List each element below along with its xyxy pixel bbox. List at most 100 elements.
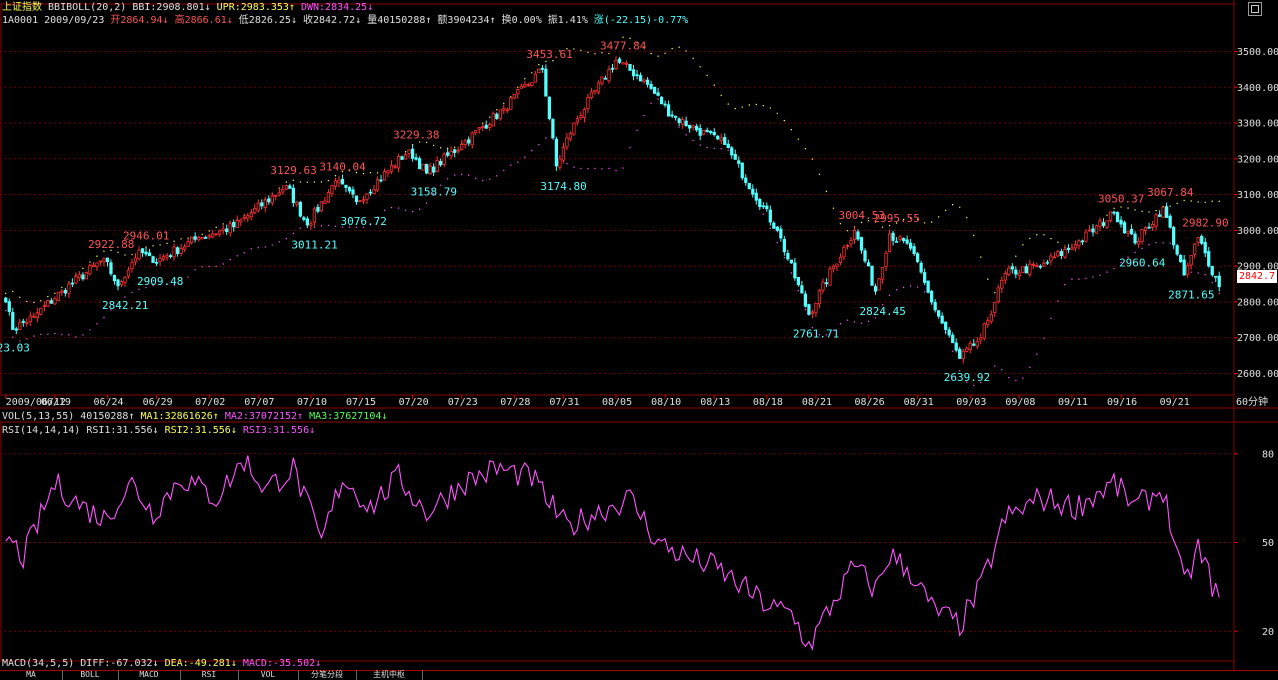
upper-band-dot — [818, 173, 821, 176]
lower-band-dot — [643, 114, 645, 117]
candle — [1168, 213, 1172, 229]
candle-body — [751, 188, 755, 195]
candle — [1147, 222, 1151, 229]
candle-body — [197, 237, 201, 241]
lower-band-dot — [1148, 244, 1150, 246]
candle-body — [7, 301, 11, 312]
candle-body — [996, 287, 1000, 303]
upper-band-dot — [61, 286, 63, 289]
candle-body — [190, 236, 194, 244]
candle — [786, 249, 790, 261]
candle-body — [211, 233, 215, 238]
candle-body — [782, 239, 786, 253]
lower-band-dot — [1078, 278, 1080, 280]
candle — [175, 246, 180, 257]
candle-body — [263, 199, 267, 208]
candle-body — [1147, 226, 1151, 229]
rsi-header[interactable]: RSI(14,14,14) RSI1:31.556↓ RSI2:31.556↓ … — [2, 424, 315, 437]
candle — [968, 341, 972, 354]
candle-body — [716, 135, 720, 140]
candle — [242, 213, 246, 222]
candle — [456, 146, 460, 154]
candle — [130, 258, 134, 273]
candle — [526, 82, 530, 87]
period-label[interactable]: 60分钟 — [1236, 396, 1268, 409]
candle-body — [204, 237, 208, 239]
lower-band-dot — [468, 174, 470, 176]
candle-body — [358, 200, 362, 202]
candle — [993, 302, 997, 317]
candle-body — [551, 118, 555, 139]
candle — [1056, 249, 1060, 257]
indicator-code[interactable]: BBIBOLL(20,2) — [48, 2, 126, 13]
candle-body — [649, 83, 653, 89]
candle-body — [670, 114, 674, 117]
x-tick-label: 07/10 — [297, 397, 327, 408]
candle — [25, 318, 29, 327]
lower-band-dot — [390, 206, 393, 209]
upper-band-dot — [503, 102, 505, 105]
upr-value: UPR:2983.353↑ — [216, 2, 295, 13]
candle-body — [544, 68, 548, 97]
candle-body — [302, 217, 306, 220]
candle-body — [102, 258, 106, 262]
dwn-value: DWN:2834.25↓ — [300, 2, 374, 13]
candle-body — [158, 257, 162, 263]
candle — [933, 298, 937, 313]
candle-body — [740, 162, 744, 179]
candle — [484, 120, 488, 129]
x-tick-label: 07/31 — [549, 397, 579, 408]
candle — [523, 81, 527, 88]
upper-band-dot — [783, 119, 786, 122]
candle-body — [140, 248, 145, 254]
upper-band-dot — [930, 221, 933, 223]
candle-body — [474, 130, 478, 134]
upper-band-dot — [951, 204, 954, 206]
candle-body — [986, 320, 990, 326]
lower-band-dot — [594, 167, 596, 170]
price-annotations: 23.032922.882842.212946.012909.483129.63… — [0, 39, 1229, 384]
candle-body — [424, 163, 429, 174]
candle-body — [944, 321, 948, 330]
high-point-label: 3477.84 — [600, 39, 647, 52]
candle — [894, 237, 899, 243]
upper-band-dot — [1211, 200, 1213, 202]
candle-body — [972, 343, 976, 346]
upper-band-dot — [524, 78, 526, 80]
candle-body — [709, 131, 713, 134]
candle — [1143, 226, 1148, 236]
candle-body — [1056, 251, 1060, 257]
candle-body — [67, 283, 71, 294]
candle-body — [470, 132, 474, 146]
candle — [140, 247, 145, 257]
candle — [568, 131, 573, 142]
candle-body — [1007, 267, 1011, 275]
candle — [260, 199, 264, 210]
candle — [488, 122, 492, 131]
candle — [681, 116, 685, 129]
candle-body — [1179, 254, 1183, 263]
upper-band-dot — [40, 300, 42, 302]
index-name[interactable]: 上证指数 — [2, 2, 42, 13]
change-value: 涨(-22.15)-0.77% — [593, 15, 689, 26]
candle — [1028, 259, 1032, 277]
x-tick-label: 09/21 — [1160, 397, 1190, 408]
candle — [161, 253, 166, 262]
macd-header[interactable]: MACD(34,5,5) DIFF:-67.032↓ DEA:-49.281↓ … — [2, 657, 321, 670]
lower-band-dot — [587, 168, 589, 170]
candle-body — [754, 192, 758, 201]
candle — [253, 203, 257, 215]
candle-body — [221, 228, 225, 231]
candle-body — [940, 315, 944, 324]
candle — [197, 235, 201, 242]
candle-body — [410, 148, 415, 159]
candle-body — [744, 177, 748, 183]
candle-body — [863, 250, 867, 262]
candle-body — [88, 265, 92, 275]
candle-body — [547, 96, 551, 120]
candle — [277, 187, 281, 197]
x-tick-label: 08/26 — [855, 397, 885, 408]
candle — [1094, 224, 1099, 234]
lower-band-dot — [208, 265, 210, 268]
vol-header[interactable]: VOL(5,13,55) 40150288↑ MA1:32861626↑ MA2… — [2, 410, 387, 423]
